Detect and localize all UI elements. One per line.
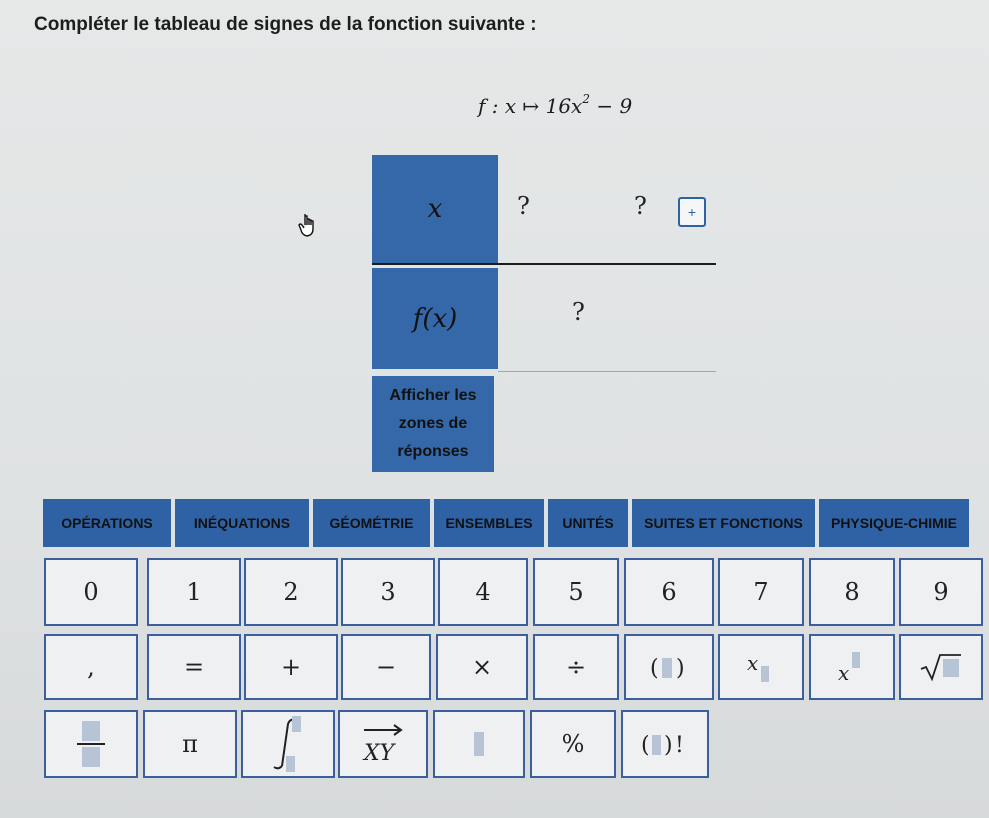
svg-text:x: x [747,651,758,675]
key-6[interactable]: 6 [624,558,714,626]
key-factorial[interactable]: ( ) ! [621,710,709,778]
tab-physique-chimie[interactable]: PHYSIQUE-CHIMIE [819,499,969,547]
function-formula: f : x ↦ 16x2 − 9 [478,92,633,118]
key-9[interactable]: 9 [899,558,983,626]
key-1[interactable]: 1 [147,558,241,626]
sqrt-icon [920,654,961,682]
key-5[interactable]: 5 [533,558,619,626]
key-2[interactable]: 2 [244,558,338,626]
key-comma[interactable]: , [44,634,138,700]
svg-text:): ) [676,656,685,681]
key-times[interactable]: × [436,634,528,700]
key-7[interactable]: 7 [718,558,804,626]
key-plus[interactable]: + [244,634,338,700]
tab-geometrie[interactable]: GÉOMÉTRIE [313,499,430,547]
add-column-button[interactable]: + [678,197,706,227]
tab-unites[interactable]: UNITÉS [548,499,628,547]
key-parentheses[interactable]: ( ) [624,634,714,700]
svg-text:XY: XY [362,741,397,766]
factorial-icon: ( ) ! [641,733,684,758]
tab-operations[interactable]: OPÉRATIONS [43,499,171,547]
svg-text:(: ( [650,656,659,681]
key-integral[interactable] [241,710,335,778]
key-minus[interactable]: − [341,634,431,700]
key-percent[interactable]: % [530,710,616,778]
hand-cursor-icon [298,214,314,237]
svg-text:(: ( [641,733,650,758]
key-box[interactable] [433,710,525,778]
key-divide[interactable]: ÷ [533,634,619,700]
key-fraction[interactable] [44,710,138,778]
key-0[interactable]: 0 [44,558,138,626]
key-sqrt[interactable] [899,634,983,700]
svg-text:x: x [838,661,849,684]
key-8[interactable]: 8 [809,558,895,626]
key-pi[interactable]: π [143,710,237,778]
table-bottom-line [498,371,716,372]
box-icon [474,732,484,756]
fx-sign-value[interactable]: ? [572,298,585,326]
page: Compléter le tableau de signes de la fon… [0,0,989,818]
key-superscript[interactable]: x [809,634,895,700]
key-vector[interactable]: XY [338,710,428,778]
instruction-text: Compléter le tableau de signes de la fon… [34,14,537,35]
superscript-icon: x [838,652,860,684]
x-value-2[interactable]: ? [634,192,647,220]
tab-inequations[interactable]: INÉQUATIONS [175,499,309,547]
key-3[interactable]: 3 [341,558,435,626]
key-4[interactable]: 4 [438,558,528,626]
table-header-fx: f(x) [372,268,498,369]
svg-text:!: ! [675,733,684,758]
x-value-1[interactable]: ? [517,192,530,220]
table-header-x: x [372,155,498,263]
fraction-icon [77,721,105,767]
subscript-icon: x [747,651,769,682]
key-subscript[interactable]: x [718,634,804,700]
table-divider [372,263,716,265]
parentheses-icon: ( ) [650,656,685,681]
tab-suites-fonctions[interactable]: SUITES ET FONCTIONS [632,499,815,547]
svg-text:): ) [664,733,673,758]
integral-icon [273,716,301,772]
tab-ensembles[interactable]: ENSEMBLES [434,499,544,547]
show-answer-zones-button[interactable]: Afficher les zones de réponses [372,376,494,472]
key-equals[interactable]: = [147,634,241,700]
vector-icon: XY [362,724,403,766]
